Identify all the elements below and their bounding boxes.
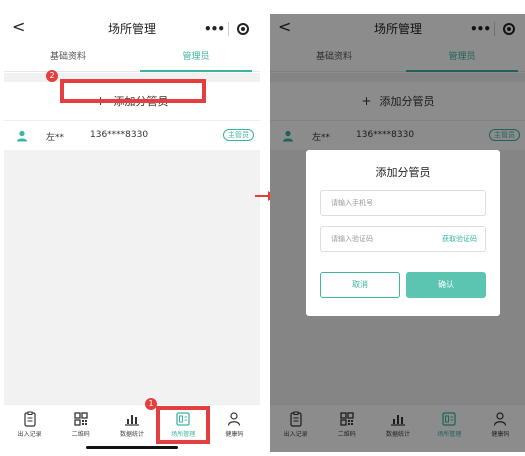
user-icon [17,130,27,142]
step-1-highlight [156,406,210,444]
tabbar-item-qrcode[interactable]: 二维码 [55,405,106,452]
divider [4,120,260,121]
more-icon[interactable]: ••• [200,22,228,36]
qrcode-icon [74,412,88,426]
verification-code-input[interactable]: 请输入验证码 获取验证码 [320,226,486,252]
person-icon [228,412,241,426]
phone-input-placeholder: 请输入手机号 [331,199,373,207]
tabbar-label: 数据统计 [120,431,145,438]
tutorial-screenshot: < 场所管理 ••• 基础资料 管理员 + 添加分管员 左** 136****8… [0,0,525,456]
list-empty-area [4,150,260,404]
admin-name: 左** [46,133,65,143]
nav-bar: < 场所管理 ••• [4,14,260,46]
bottom-tab-bar: 出入记录 二维码 数据统计 场所管理 健康码 [4,404,260,452]
cancel-button[interactable]: 取消 [320,272,400,298]
tab-bar: 基础资料 管理员 [4,46,260,72]
tabbar-item-stats[interactable]: 数据统计 [106,405,157,452]
step-2-marker: 2 [46,70,58,82]
bar-chart-icon [125,415,139,426]
clipboard-icon [23,411,36,427]
tabbar-item-records[interactable]: 出入记录 [4,405,55,452]
phone-screen-before: < 场所管理 ••• 基础资料 管理员 + 添加分管员 左** 136****8… [4,14,260,452]
admin-list-item: 左** 136****8330 主管员 [4,122,260,150]
tabbar-label: 出入记录 [17,431,42,438]
tabbar-label: 健康码 [225,431,244,438]
phone-input[interactable]: 请输入手机号 [320,190,486,216]
code-input-placeholder: 请输入验证码 [331,235,373,243]
close-icon[interactable] [229,23,256,35]
home-indicator [86,446,178,449]
tabbar-label: 二维码 [71,431,90,438]
step-1-marker: 1 [145,398,157,410]
dialog-title: 添加分管员 [375,166,431,179]
phone-screen-after: < 场所管理 ••• 基础资料 管理员 + 添加分管员 左** 136****8… [270,14,525,452]
tabbar-item-health[interactable]: 健康码 [209,405,260,452]
tab-admins[interactable]: 管理员 [132,46,260,72]
role-badge: 主管员 [223,129,254,141]
get-code-button[interactable]: 获取验证码 [442,227,477,251]
confirm-button[interactable]: 确认 [406,272,486,298]
step-2-highlight [60,79,206,103]
add-sub-admin-dialog: 添加分管员 请输入手机号 请输入验证码 获取验证码 取消 确认 [306,150,500,316]
tab-basic-info[interactable]: 基础资料 [4,46,132,71]
admin-phone: 136****8330 [90,130,149,140]
mini-program-capsule: ••• [200,17,256,41]
